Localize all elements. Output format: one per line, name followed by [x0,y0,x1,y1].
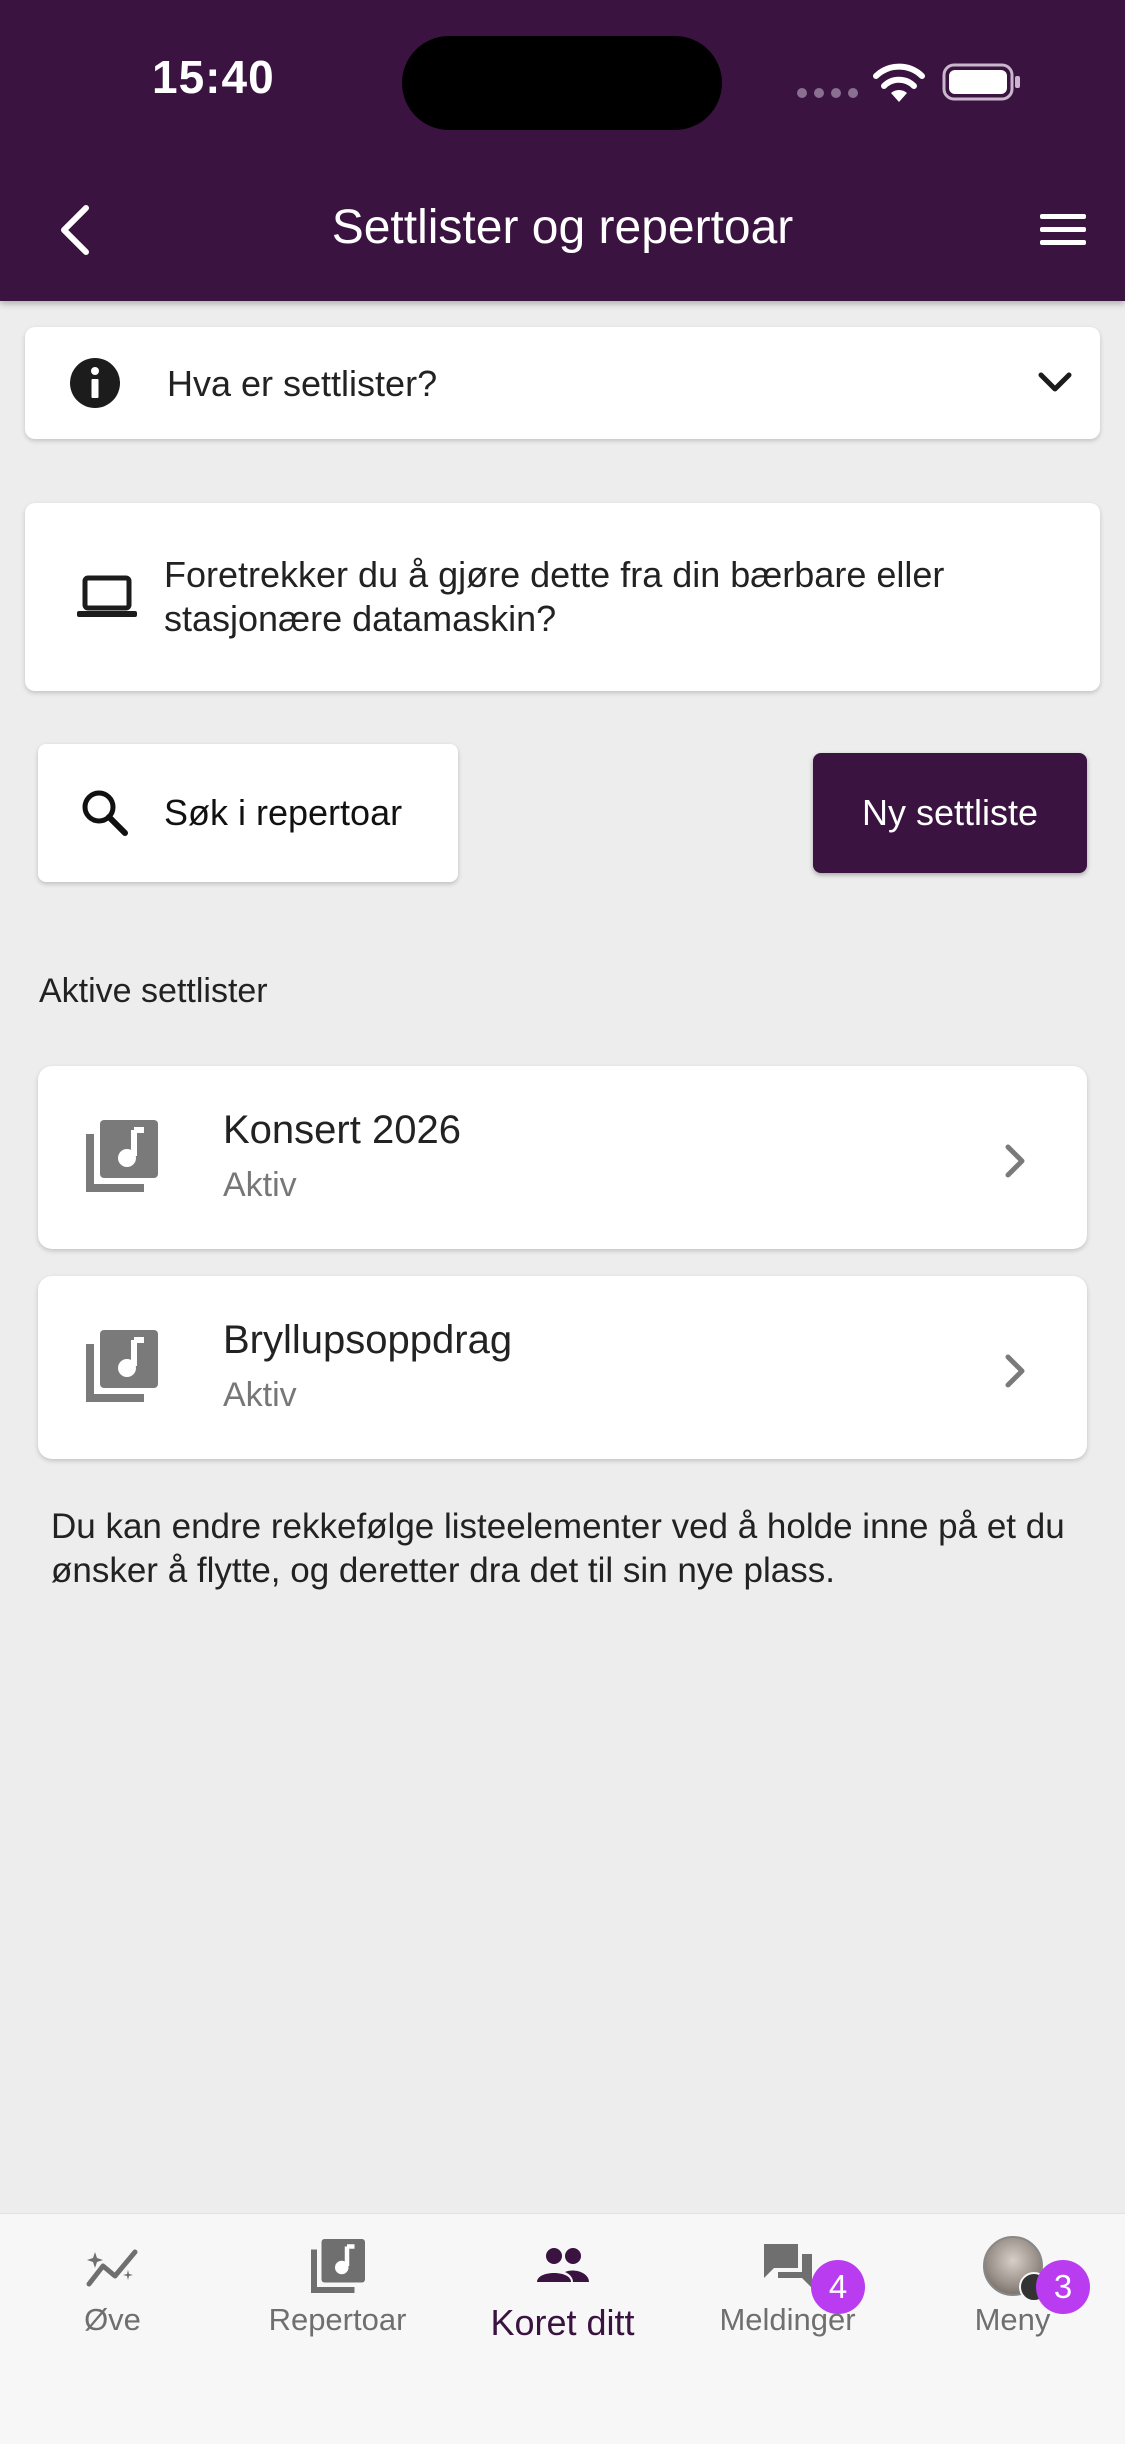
search-icon [82,790,128,836]
tab-meny[interactable]: Meny 3 [900,2236,1125,2338]
tab-label: Meny [974,2302,1051,2337]
setlist-title: Konsert 2026 [223,1108,461,1152]
hamburger-menu-button[interactable] [1038,210,1088,250]
wifi-icon [873,63,925,102]
messages-badge: 4 [811,2260,865,2314]
setlist-status: Aktiv [223,1376,297,1414]
chevron-down-icon [1038,372,1072,392]
group-icon [536,2248,589,2282]
music-library-icon [86,1120,158,1192]
music-library-icon [86,1330,158,1402]
setlist-status: Aktiv [223,1166,297,1204]
tab-repertoar[interactable]: Repertoar [225,2236,450,2338]
settlister-info-expander[interactable]: Hva er settlister? [25,327,1100,439]
bottom-tab-bar: Øve Repertoar Koret ditt Meldinger 4 Men… [0,2213,1125,2444]
new-setlist-button[interactable]: Ny settliste [813,753,1087,873]
page-title: Settlister og repertoar [331,201,794,254]
chevron-right-icon [1005,1144,1025,1178]
tab-label: Øve [84,2302,141,2337]
avatar [982,2236,1049,2302]
info-icon [70,358,120,408]
tab-meldinger[interactable]: Meldinger 4 [675,2236,900,2338]
tab-ove[interactable]: Øve [0,2236,225,2338]
search-repertoire-button[interactable]: Søk i repertoar [38,744,458,882]
reorder-hint-text: Du kan endre rekkefølge listeelementer v… [51,1507,1065,1590]
setlist-item[interactable]: Bryllupsoppdrag Aktiv [38,1276,1087,1459]
battery-icon [942,63,1020,101]
menu-badge: 3 [1036,2260,1090,2314]
desktop-hint-card[interactable]: Foretrekker du å gjøre dette fra din bær… [25,503,1100,691]
active-setlists-heading: Aktive settlister [39,972,268,1010]
laptop-icon [77,575,137,617]
app-header: 15:40 Settlister og repertoar [0,0,1125,301]
setlist-title: Bryllupsoppdrag [223,1318,513,1362]
info-label: Hva er settlister? [167,363,438,404]
cellular-signal-icon [797,88,858,98]
status-time: 15:40 [152,51,275,103]
trend-icon [86,2249,137,2287]
chevron-right-icon [1005,1354,1025,1388]
setlist-item[interactable]: Konsert 2026 Aktiv [38,1066,1087,1249]
music-library-icon [310,2239,365,2293]
desktop-hint-text: Foretrekker du å gjøre dette fra din bær… [164,554,945,639]
tab-koret-ditt[interactable]: Koret ditt [450,2236,675,2344]
tab-label: Meldinger [719,2302,856,2337]
search-repertoire-label: Søk i repertoar [164,792,403,833]
tab-label: Koret ditt [490,2302,635,2343]
dynamic-island [402,36,722,130]
tab-label: Repertoar [268,2302,407,2337]
chat-icon [763,2244,812,2288]
